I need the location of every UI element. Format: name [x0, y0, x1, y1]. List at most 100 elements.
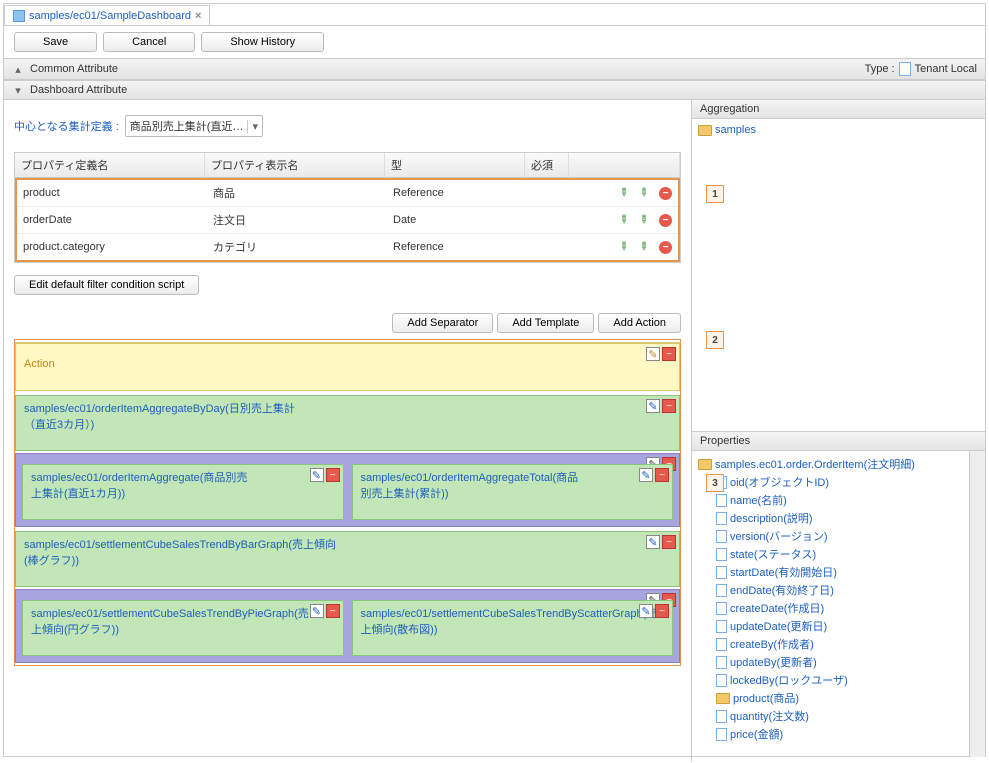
- delete-icon[interactable]: −: [326, 468, 340, 482]
- type-label: Type :: [865, 63, 895, 75]
- tree-node[interactable]: oid(オブジェクトID): [698, 473, 963, 491]
- delete-icon[interactable]: −: [662, 347, 676, 361]
- document-icon: [716, 602, 727, 615]
- properties-panel-title: Properties: [692, 432, 985, 451]
- tree-label: version(バージョン): [730, 528, 828, 544]
- agg-def-select[interactable]: 商品別売上集計(直近… ▾: [125, 115, 263, 137]
- table-row[interactable]: product商品Reference✎✎−: [17, 180, 678, 207]
- chevron-down-icon: ▾: [12, 85, 24, 95]
- edit-icon[interactable]: ✎: [646, 535, 660, 549]
- tree-label: createBy(作成者): [730, 636, 814, 652]
- row-container[interactable]: ✎ − ✎− samples/ec01/settlementCubeSalesT…: [15, 589, 680, 663]
- col-required: 必須: [525, 153, 569, 177]
- folder-icon: [698, 459, 712, 470]
- aggregate-block[interactable]: ✎− samples/ec01/orderItemAggregate(商品別売上…: [22, 464, 344, 520]
- cell-required: [527, 218, 571, 222]
- tree-node[interactable]: lockedBy(ロックユーザ): [698, 671, 963, 689]
- accordion-common[interactable]: ▴ Common Attribute Type : Tenant Local: [4, 58, 985, 80]
- save-button[interactable]: Save: [14, 32, 97, 52]
- scrollbar[interactable]: [969, 451, 985, 757]
- tree-label: samples.ec01.order.OrderItem(注文明細): [715, 456, 915, 472]
- close-icon[interactable]: ×: [195, 10, 201, 22]
- delete-icon[interactable]: −: [326, 604, 340, 618]
- tree-node[interactable]: quantity(注文数): [698, 707, 963, 725]
- edit-filter-button[interactable]: Edit default filter condition script: [14, 275, 199, 295]
- accordion-label: Dashboard Attribute: [30, 84, 127, 96]
- tree-label: quantity(注文数): [730, 708, 809, 724]
- tree-label: endDate(有効終了日): [730, 582, 834, 598]
- aggregate-block[interactable]: ✎− samples/ec01/settlementCubeSalesTrend…: [22, 600, 344, 656]
- tree-node[interactable]: product(商品): [698, 689, 963, 707]
- block-label: samples/ec01/orderItemAggregate(商品別売上集計(…: [31, 469, 251, 501]
- agg-def-value: 商品別売上集計(直近…: [130, 118, 244, 134]
- delete-icon[interactable]: −: [655, 604, 669, 618]
- document-icon: [716, 494, 727, 507]
- tree-node[interactable]: updateBy(更新者): [698, 653, 963, 671]
- cell-display: 商品: [207, 183, 387, 203]
- tree-node[interactable]: updateDate(更新日): [698, 617, 963, 635]
- tree-node[interactable]: endDate(有効終了日): [698, 581, 963, 599]
- tree-node[interactable]: version(バージョン): [698, 527, 963, 545]
- delete-icon[interactable]: −: [662, 399, 676, 413]
- tab-label[interactable]: samples/ec01/SampleDashboard: [29, 10, 191, 22]
- remove-icon[interactable]: −: [659, 187, 672, 200]
- remove-icon[interactable]: −: [659, 241, 672, 254]
- tree-node[interactable]: state(ステータス): [698, 545, 963, 563]
- tree-node[interactable]: startDate(有効開始日): [698, 563, 963, 581]
- tree-node[interactable]: createBy(作成者): [698, 635, 963, 653]
- tree-label: startDate(有効開始日): [730, 564, 837, 580]
- aggregate-block[interactable]: ✎− samples/ec01/settlementCubeSalesTrend…: [352, 600, 674, 656]
- block-label: samples/ec01/orderItemAggregateByDay(日別売…: [24, 400, 304, 432]
- edit-icon[interactable]: ✎: [637, 238, 654, 255]
- action-block[interactable]: ✎ − Action: [15, 342, 680, 391]
- tree-label: oid(オブジェクトID): [730, 474, 829, 490]
- edit-icon[interactable]: ✎: [310, 604, 324, 618]
- tree-node[interactable]: name(名前): [698, 491, 963, 509]
- tree-node[interactable]: createDate(作成日): [698, 599, 963, 617]
- dashboard-icon: [13, 10, 25, 22]
- edit-icon[interactable]: ✎: [310, 468, 324, 482]
- add-action-button[interactable]: Add Action: [598, 313, 681, 333]
- edit-icon[interactable]: ✎: [639, 604, 653, 618]
- edit-icon[interactable]: ✎: [646, 347, 660, 361]
- editor-tab[interactable]: samples/ec01/SampleDashboard ×: [4, 5, 210, 25]
- add-separator-button[interactable]: Add Separator: [392, 313, 493, 333]
- delete-icon[interactable]: −: [655, 468, 669, 482]
- action-label: Action: [24, 358, 55, 370]
- tree-label: createDate(作成日): [730, 600, 824, 616]
- delete-icon[interactable]: −: [662, 535, 676, 549]
- tree-root[interactable]: samples.ec01.order.OrderItem(注文明細): [698, 455, 963, 473]
- tree-node[interactable]: price(金額): [698, 725, 963, 743]
- aggregate-block[interactable]: ✎− samples/ec01/orderItemAggregateTotal(…: [352, 464, 674, 520]
- document-icon: [716, 710, 727, 723]
- col-name: プロパティ定義名: [15, 153, 205, 177]
- edit-icon[interactable]: ✎: [637, 184, 654, 201]
- edit-icon[interactable]: ✎: [617, 184, 634, 201]
- table-row[interactable]: product.categoryカテゴリReference✎✎−: [17, 234, 678, 260]
- add-template-button[interactable]: Add Template: [497, 313, 594, 333]
- document-icon: [716, 674, 727, 687]
- cancel-button[interactable]: Cancel: [103, 32, 195, 52]
- edit-icon[interactable]: ✎: [639, 468, 653, 482]
- layout-area: ✎ − Action ✎ − samples/ec01/orderItemAgg…: [14, 339, 681, 666]
- callout-2: 2: [706, 331, 724, 349]
- edit-icon[interactable]: ✎: [646, 399, 660, 413]
- tree-node[interactable]: description(説明): [698, 509, 963, 527]
- toolbar: Save Cancel Show History: [4, 26, 985, 58]
- table-row[interactable]: orderDate注文日Date✎✎−: [17, 207, 678, 234]
- tree-label: name(名前): [730, 492, 787, 508]
- edit-icon[interactable]: ✎: [637, 211, 654, 228]
- show-history-button[interactable]: Show History: [201, 32, 324, 52]
- aggregate-block[interactable]: ✎ − samples/ec01/settlementCubeSalesTren…: [15, 531, 680, 587]
- aggregate-block[interactable]: ✎ − samples/ec01/orderItemAggregateByDay…: [15, 395, 680, 451]
- document-icon: [716, 728, 727, 741]
- remove-icon[interactable]: −: [659, 214, 672, 227]
- edit-icon[interactable]: ✎: [617, 238, 634, 255]
- edit-icon[interactable]: ✎: [617, 211, 634, 228]
- accordion-label: Common Attribute: [30, 63, 118, 75]
- row-container[interactable]: ✎ − ✎− samples/ec01/orderItemAggregate(商…: [15, 453, 680, 527]
- tree-node[interactable]: samples: [698, 123, 979, 137]
- tree-label: price(金額): [730, 726, 783, 742]
- type-value: Tenant Local: [915, 63, 977, 75]
- accordion-dashboard[interactable]: ▾ Dashboard Attribute: [4, 80, 985, 100]
